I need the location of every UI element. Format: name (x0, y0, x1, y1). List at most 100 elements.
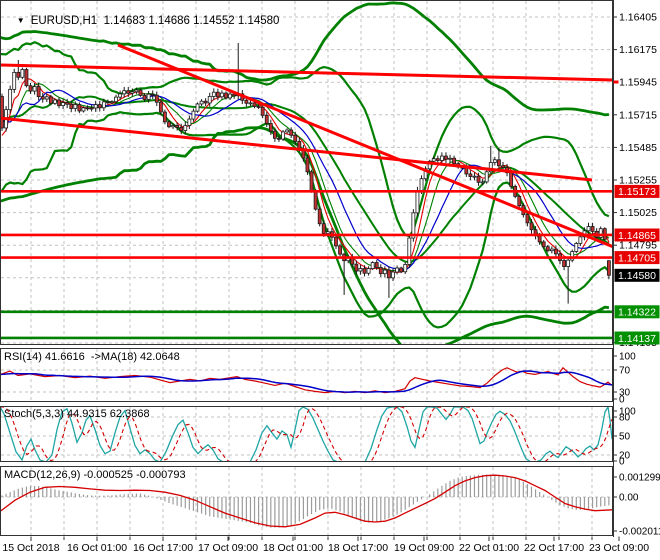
price-badge-label: 1.15173 (618, 186, 656, 198)
candle-body (395, 267, 399, 273)
candle-body (370, 262, 375, 269)
candle-body (497, 159, 501, 167)
candle-body (101, 101, 106, 109)
candle-body (228, 93, 232, 99)
candle-body (407, 237, 412, 265)
candle-body (97, 104, 102, 109)
candle-body (358, 268, 363, 272)
candle-body (130, 91, 135, 94)
price-axis-label: 1.16405 (619, 12, 657, 24)
candle-body (57, 99, 61, 107)
candle-body (158, 101, 163, 113)
candle-body (305, 157, 310, 173)
candle-body (289, 129, 294, 136)
candle-body (529, 222, 534, 231)
candle-body (574, 243, 579, 252)
candle-body (435, 158, 440, 161)
candle-body (541, 241, 546, 248)
candle-body (545, 246, 550, 252)
candle-body (20, 69, 25, 78)
candle-body (525, 214, 530, 224)
candle-body (73, 104, 78, 109)
candle-body (81, 107, 86, 112)
candle-body (8, 88, 13, 111)
candle-body (65, 102, 70, 105)
rsi-axis-label: 100 (619, 352, 636, 363)
candle-body (211, 91, 216, 97)
candle-body (28, 85, 33, 92)
candle-body (439, 155, 444, 161)
candle-body (244, 99, 249, 104)
candle-body (452, 157, 457, 164)
price-badge-label: 1.14137 (618, 333, 656, 345)
candle-body (24, 69, 29, 87)
candle-body (89, 107, 94, 110)
candle-body (606, 260, 611, 276)
price-axis-label: 1.15945 (619, 77, 657, 89)
candle-body (85, 107, 90, 110)
trendline-axis-tick (613, 80, 619, 84)
candle-body (362, 268, 367, 274)
candle-body (509, 172, 514, 187)
candle-body (468, 173, 473, 177)
candle-body (293, 134, 298, 142)
candle-body (444, 155, 448, 160)
candle-body (138, 89, 143, 96)
candle-body (53, 99, 57, 104)
candle-body (378, 267, 383, 275)
candle-body (167, 121, 171, 128)
candle-body (403, 264, 408, 273)
candle-body (472, 175, 477, 178)
time-axis-label: 22 Oct 01:00 (459, 542, 519, 554)
candle-body (252, 102, 257, 107)
candle-body (93, 104, 98, 109)
candle-body (77, 104, 82, 112)
candle-body (150, 93, 155, 96)
candle-body (187, 118, 192, 126)
time-axis-label: 18 Oct 17:00 (328, 542, 388, 554)
candle-body (105, 101, 110, 104)
candle-body (354, 263, 359, 272)
candle-body (448, 157, 452, 160)
candle-body (415, 190, 420, 214)
candle-body (277, 137, 281, 140)
candle-body (248, 102, 253, 105)
candle-body (549, 248, 554, 252)
candle-body (476, 175, 481, 183)
candle-body (590, 226, 595, 232)
time-axis-label: 18 Oct 01:00 (263, 542, 323, 554)
candle-body (391, 271, 395, 279)
candle-body (114, 96, 118, 103)
candle-body (431, 158, 436, 162)
candle-body (126, 90, 131, 94)
candle-body (501, 165, 505, 168)
candle-body (317, 208, 322, 225)
candle-body (146, 93, 151, 100)
candle-body (69, 103, 74, 109)
candle-body (268, 123, 273, 132)
price-axis-label: 1.15485 (619, 142, 657, 154)
time-axis-label: 22 Oct 17:00 (524, 542, 584, 554)
candle-body (260, 106, 265, 116)
candle-body (12, 71, 17, 90)
candle-body (566, 259, 571, 267)
price-badge-label: 1.14705 (618, 252, 656, 264)
candle-body (32, 86, 37, 92)
candle-body (203, 100, 208, 104)
candle-body (44, 96, 49, 100)
candle-body (122, 90, 127, 95)
candle-body (220, 92, 224, 98)
price-badge-label: 1.14865 (618, 230, 656, 242)
price-axis-label: 1.15025 (619, 207, 657, 219)
candle-body (224, 92, 228, 99)
candle-body (110, 101, 114, 104)
price-chart-canvas[interactable]: 1.16405 1.16175 1.15945 1.15715 1.15485 1.152… (0, 0, 660, 560)
candle-body (586, 226, 591, 232)
price-axis-label: 1.15715 (619, 109, 657, 121)
candle-body (321, 223, 326, 234)
candle-body (16, 71, 21, 78)
candle-body (171, 125, 175, 128)
candle-body (517, 195, 522, 207)
mt4-chart-window: 1.16405 1.16175 1.15945 1.15715 1.15485 1.152… (0, 0, 660, 560)
time-axis-label: 16 Oct 17:00 (133, 542, 193, 554)
